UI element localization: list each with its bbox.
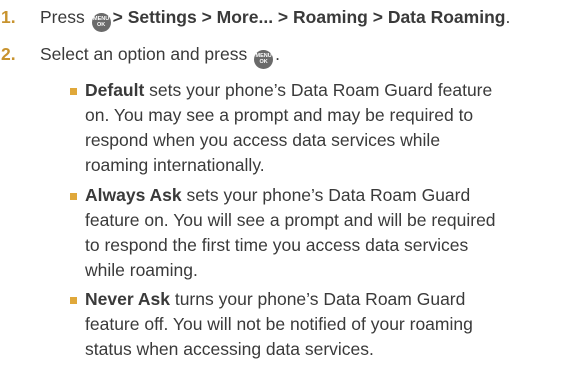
bullet-square-icon — [70, 88, 77, 95]
option-name: Always Ask — [85, 185, 182, 205]
menu-ok-key-icon: MENU OK — [254, 49, 274, 69]
bullet-square-icon — [70, 297, 77, 304]
option-description: Never Ask turns your phone’s Data Roam G… — [85, 289, 473, 359]
menu-ok-key-icon: MENU OK — [91, 12, 111, 32]
option-name: Never Ask — [85, 289, 170, 309]
option-name: Default — [85, 80, 145, 100]
step-prefix: Press — [40, 7, 85, 27]
menu-path: > Settings > More... > Roaming > Data Ro… — [112, 7, 506, 27]
option-description: Always Ask sets your phone’s Data Roam G… — [85, 185, 496, 280]
step-instruction: Select an option and press — [40, 44, 248, 64]
step-text: Select an option and press MENU OK. — [40, 42, 280, 69]
step-number: 1. — [1, 7, 16, 27]
step-suffix: . — [275, 44, 280, 64]
option-description: Default sets your phone’s Data Roam Guar… — [85, 80, 493, 175]
step-suffix: . — [505, 7, 511, 27]
step-number: 2. — [1, 44, 16, 64]
step-text: Press MENU OK > Settings > More... > Roami… — [40, 5, 510, 32]
bullet-square-icon — [70, 193, 77, 200]
